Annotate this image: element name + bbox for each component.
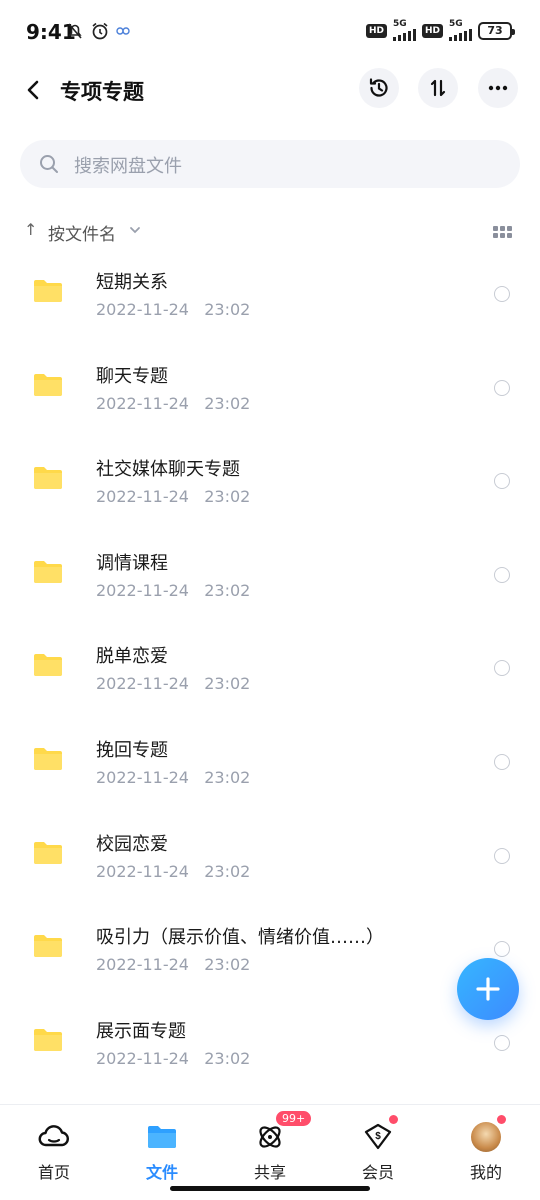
app-header: 专项专题 xyxy=(0,64,540,116)
search-placeholder: 搜索网盘文件 xyxy=(74,156,182,177)
list-item[interactable]: 短期关系 2022-11-24 23:02 xyxy=(0,248,540,342)
sort-by-name-dropdown[interactable]: 按文件名 xyxy=(48,220,116,245)
status-bar: 9:41 HD 5G HD 5G 73 xyxy=(0,0,540,64)
list-item[interactable]: 聊天专题 2022-11-24 23:02 xyxy=(0,342,540,436)
battery-icon: 73 xyxy=(478,21,515,40)
more-icon xyxy=(488,85,508,91)
status-left-icons xyxy=(66,21,130,41)
select-radio[interactable] xyxy=(494,847,510,864)
select-radio[interactable] xyxy=(494,660,510,677)
nav-label: 我的 xyxy=(469,1163,502,1182)
folder-icon xyxy=(34,841,62,864)
history-button[interactable] xyxy=(359,68,399,108)
folder-icon xyxy=(34,747,62,770)
file-date: 2022-11-24 23:02 xyxy=(96,861,251,881)
file-name: 挽回专题 xyxy=(96,739,168,761)
hd-badge: HD xyxy=(421,23,443,38)
red-dot-badge xyxy=(389,1115,398,1124)
hd-badge: HD xyxy=(365,23,387,38)
alarm-icon xyxy=(92,22,108,40)
folder-icon xyxy=(34,654,62,677)
folder-icon xyxy=(148,1126,176,1148)
file-date: 2022-11-24 23:02 xyxy=(96,487,251,507)
file-date: 2022-11-24 23:02 xyxy=(96,674,251,694)
folder-icon xyxy=(34,280,62,302)
more-button[interactable] xyxy=(478,68,518,108)
folder-icon xyxy=(34,935,62,958)
select-radio[interactable] xyxy=(494,941,510,958)
search-input[interactable]: 搜索网盘文件 xyxy=(20,140,520,188)
select-radio[interactable] xyxy=(494,1034,510,1051)
chevron-left-icon xyxy=(27,80,39,100)
cloud-icon xyxy=(38,1125,69,1147)
plus-icon xyxy=(476,977,500,1001)
nav-item-me[interactable]: 我的 xyxy=(432,1115,540,1185)
sort-swap-icon xyxy=(430,79,446,97)
list-item[interactable]: 挽回专题 2022-11-24 23:02 xyxy=(0,716,540,810)
status-right-icons: HD 5G HD 5G 73 xyxy=(365,20,515,41)
svg-text:$: $ xyxy=(375,1131,381,1142)
nav-label: 共享 xyxy=(253,1163,286,1182)
nav-item-files[interactable]: 文件 xyxy=(108,1121,216,1185)
list-item[interactable]: 脱单恋爱 2022-11-24 23:02 xyxy=(0,622,540,716)
file-list: 短期关系 2022-11-24 23:02 聊天专题 2022-11-24 23… xyxy=(0,248,540,1090)
page-title: 专项专题 xyxy=(60,80,144,104)
file-name: 展示面专题 xyxy=(96,1020,186,1042)
folder-icon xyxy=(34,467,62,490)
file-date: 2022-11-24 23:02 xyxy=(96,580,251,600)
file-date: 2022-11-24 23:02 xyxy=(96,767,251,787)
select-radio[interactable] xyxy=(494,379,510,396)
file-name: 吸引力（展示价值、情绪价值……） xyxy=(96,927,384,949)
file-date: 2022-11-24 23:02 xyxy=(96,1048,251,1068)
folder-icon xyxy=(34,1028,62,1051)
sort-bar: ↑ 按文件名 xyxy=(0,214,540,250)
nav-item-share[interactable]: 99+ 共享 xyxy=(216,1111,324,1185)
red-dot-badge xyxy=(497,1115,506,1124)
list-item[interactable]: 展示面专题 2022-11-24 23:02 xyxy=(0,997,540,1091)
select-radio[interactable] xyxy=(494,473,510,490)
search-icon xyxy=(40,155,58,173)
folder-icon xyxy=(34,560,62,583)
file-name: 调情课程 xyxy=(96,552,168,574)
nav-label: 会员 xyxy=(361,1163,394,1182)
folder-icon xyxy=(34,373,62,396)
select-radio[interactable] xyxy=(494,286,510,302)
sort-direction-icon[interactable]: ↑ xyxy=(24,220,37,239)
signal-icon: 5G xyxy=(449,20,472,41)
list-item[interactable]: 社交媒体聊天专题 2022-11-24 23:02 xyxy=(0,435,540,529)
avatar-icon xyxy=(471,1122,501,1152)
file-date: 2022-11-24 23:02 xyxy=(96,300,251,319)
select-radio[interactable] xyxy=(494,566,510,583)
back-button[interactable] xyxy=(18,74,50,106)
file-name: 校园恋爱 xyxy=(96,833,168,855)
file-name: 脱单恋爱 xyxy=(96,646,168,668)
list-item[interactable]: 校园恋爱 2022-11-24 23:02 xyxy=(0,810,540,904)
nav-item-home[interactable]: 首页 xyxy=(0,1121,108,1185)
file-name: 短期关系 xyxy=(96,272,168,293)
mute-bell-icon xyxy=(68,23,82,39)
home-indicator[interactable] xyxy=(170,1186,370,1191)
nav-label: 文件 xyxy=(145,1163,178,1182)
link-icon xyxy=(116,27,130,35)
file-name: 聊天专题 xyxy=(96,365,168,387)
sort-button[interactable] xyxy=(418,68,458,108)
file-list-screen: 9:41 HD 5G HD 5G 73 专项专题 搜索网盘文件 ↑ 按文件名 短… xyxy=(0,0,540,1200)
share-orbit-icon xyxy=(259,1126,281,1148)
notification-badge: 99+ xyxy=(276,1111,312,1126)
vip-diamond-icon: $ xyxy=(364,1123,392,1150)
select-radio[interactable] xyxy=(494,753,510,770)
signal-icon: 5G xyxy=(392,20,416,41)
history-icon xyxy=(369,78,388,97)
file-date: 2022-11-24 23:02 xyxy=(96,955,251,975)
add-button[interactable] xyxy=(457,958,519,1020)
file-date: 2022-11-24 23:02 xyxy=(96,393,251,413)
nav-label: 首页 xyxy=(37,1163,70,1182)
nav-item-vip[interactable]: $ 会员 xyxy=(324,1115,432,1185)
chevron-down-icon[interactable] xyxy=(128,223,142,237)
grid-view-icon[interactable] xyxy=(493,226,512,238)
file-name: 社交媒体聊天专题 xyxy=(96,459,240,481)
list-item[interactable]: 调情课程 2022-11-24 23:02 xyxy=(0,529,540,623)
